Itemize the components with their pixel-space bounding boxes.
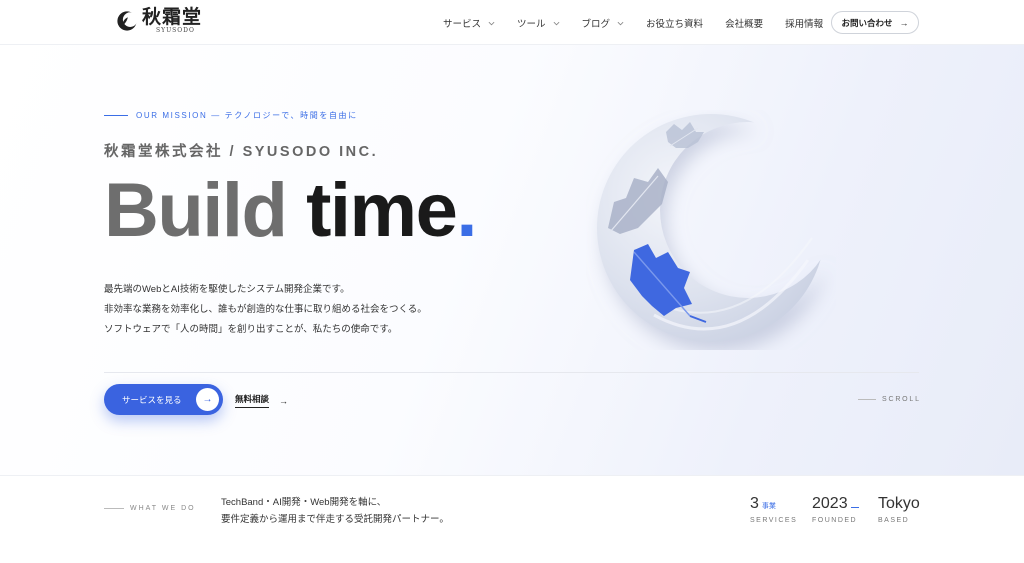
nav-item-blog[interactable]: ブログ [582,16,625,30]
description-line: ソフトウェアで「人の時間」を創り出すことが、私たちの使命です。 [104,324,398,335]
crescent-moon-leaves-illustration [597,114,825,342]
nav-item-resources[interactable]: お役立ち資料 [646,16,703,30]
free-consult-label: 無料相談 [235,393,270,408]
headline-dot: . [456,168,477,253]
eyebrow-line [104,508,124,509]
what-we-do-line: TechBand・AI開発・Web開発を軸に、 [221,497,387,508]
chevron-down-icon [617,21,624,25]
stat-unit: 事業 [761,503,776,510]
what-we-do-eyebrow: WHAT WE DO [104,505,196,512]
nav-item-services[interactable]: サービス [443,16,495,30]
hero-description: 最先端のWebとAI技術を駆使したシステム開発企業です。 非効率な業務を効率化し… [104,280,427,340]
contact-button[interactable]: お問い合わせ → [831,11,919,34]
main-nav: サービス ツール ブログ お役立ち資料 会社概要 採用情報 [443,16,823,30]
hero-headline: Build time. [104,166,477,256]
nav-item-company[interactable]: 会社概要 [725,16,763,30]
description-line: 最先端のWebとAI技術を駆使したシステム開発企業です。 [104,284,350,295]
stat-accent-line [850,507,859,508]
nav-item-recruit[interactable]: 採用情報 [785,16,823,30]
headline-word-time: time [306,168,458,253]
view-services-label: サービスを見る [122,394,182,405]
contact-button-label: お問い合わせ [841,17,893,28]
nav-label: サービス [443,19,482,30]
chevron-down-icon [488,21,495,25]
hero-divider [104,372,919,373]
stat-value: Tokyo [878,495,920,512]
what-we-do-line: 要件定義から運用まで伴走する受託開発パートナー。 [221,514,449,525]
what-we-do-label: WHAT WE DO [130,505,196,512]
mission-eyebrow: OUR MISSION — テクノロジーで、時間を自由に [104,110,358,121]
what-we-do-text: TechBand・AI開発・Web開発を軸に、 要件定義から運用まで伴走する受託… [221,494,449,528]
stat-value: 3 [750,495,759,512]
logo-subtext: SYUSODO [156,27,195,34]
stat-label: FOUNDED [812,517,858,524]
stat-founded: 2023 FOUNDED [812,495,859,524]
nav-label: お役立ち資料 [646,19,704,30]
site-logo[interactable]: 秋霜堂 SYUSODO [116,8,202,34]
stat-based: Tokyo BASED [878,495,920,524]
scroll-line [858,399,876,400]
mission-text: OUR MISSION — テクノロジーで、時間を自由に [136,111,358,120]
free-consult-link[interactable]: 無料相談 → [235,393,288,408]
chevron-down-icon [553,21,559,25]
arrow-right-icon: → [196,388,219,411]
headline-word-build: Build [104,168,288,253]
stat-label: SERVICES [750,517,798,524]
arrow-right-icon: → [279,395,289,406]
mission-line [104,115,128,116]
site-header: 秋霜堂 SYUSODO サービス ツール ブログ お役立ち資料 会社概要 採用情… [0,0,1024,45]
logo-moon-leaf-icon [117,11,138,31]
arrow-right-icon: → [899,17,909,28]
logo-text: 秋霜堂 [142,6,203,28]
view-services-button[interactable]: サービスを見る → [104,384,223,415]
description-line: 非効率な業務を効率化し、誰もが創造的な仕事に取り組める社会をつくる。 [104,304,427,315]
stat-value: 2023 [812,495,848,512]
stat-services: 3 事業 SERVICES [750,495,797,524]
nav-item-tools[interactable]: ツール [517,16,560,30]
nav-label: ブログ [581,19,611,30]
what-we-do-section: WHAT WE DO TechBand・AI開発・Web開発を軸に、 要件定義か… [0,475,1024,563]
scroll-label: SCROLL [882,396,921,403]
nav-label: ツール [517,19,546,30]
scroll-indicator[interactable]: SCROLL [858,396,921,403]
nav-label: 採用情報 [785,19,824,30]
company-name: 秋霜堂株式会社 / SYUSODO INC. [104,144,379,160]
nav-label: 会社概要 [725,19,764,30]
stat-label: BASED [878,517,910,524]
